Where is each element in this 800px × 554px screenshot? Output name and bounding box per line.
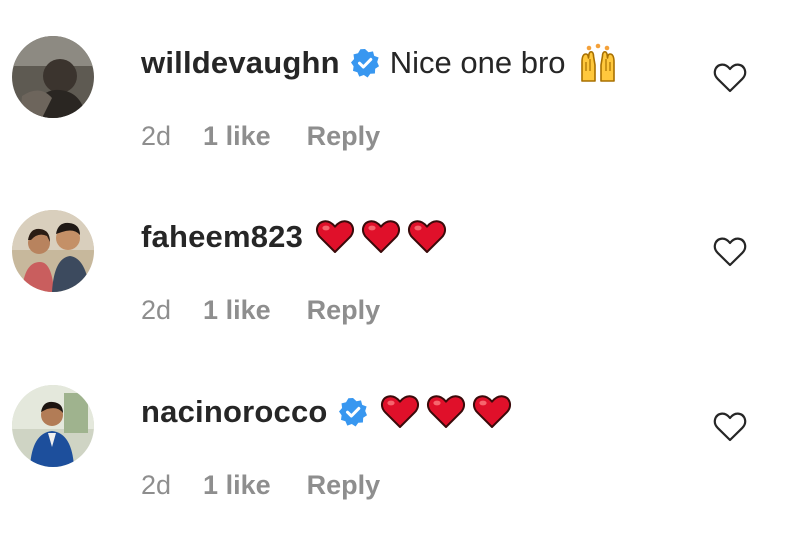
comment-item: willdevaughn Nice one bro 2d 1 like Repl… xyxy=(0,22,800,172)
comment-username[interactable]: faheem823 xyxy=(141,219,303,255)
heart-outline-icon[interactable] xyxy=(713,411,747,443)
comment-meta: 2d 1 like Reply xyxy=(141,293,380,327)
raising-hands-emoji-icon xyxy=(578,43,618,83)
verified-badge-icon xyxy=(350,48,380,78)
comment-username[interactable]: willdevaughn xyxy=(141,45,340,81)
comment-like-count[interactable]: 1 like xyxy=(203,121,271,152)
heart-outline-icon[interactable] xyxy=(713,236,747,268)
reply-button[interactable]: Reply xyxy=(307,470,381,501)
avatar[interactable] xyxy=(12,210,94,292)
avatar[interactable] xyxy=(12,36,94,118)
comment-like-count[interactable]: 1 like xyxy=(203,295,271,326)
comment-item: nacinorocco 2d 1 like Reply xyxy=(0,371,800,521)
comment-item: faheem823 2d 1 like Reply xyxy=(0,196,800,346)
red-hearts-emoji-icon xyxy=(315,219,447,255)
reply-button[interactable]: Reply xyxy=(307,295,381,326)
comment-like-count[interactable]: 1 like xyxy=(203,470,271,501)
comment-text: Nice one bro xyxy=(389,45,566,80)
red-hearts-emoji-icon xyxy=(380,394,512,430)
comment-timestamp[interactable]: 2d xyxy=(141,470,171,501)
heart-outline-icon[interactable] xyxy=(713,62,747,94)
comment-meta: 2d 1 like Reply xyxy=(141,468,380,502)
comment-timestamp[interactable]: 2d xyxy=(141,295,171,326)
verified-badge-icon xyxy=(338,397,368,427)
comment-timestamp[interactable]: 2d xyxy=(141,121,171,152)
comment-username[interactable]: nacinorocco xyxy=(141,394,328,430)
comment-meta: 2d 1 like Reply xyxy=(141,119,380,153)
reply-button[interactable]: Reply xyxy=(307,121,381,152)
avatar[interactable] xyxy=(12,385,94,467)
